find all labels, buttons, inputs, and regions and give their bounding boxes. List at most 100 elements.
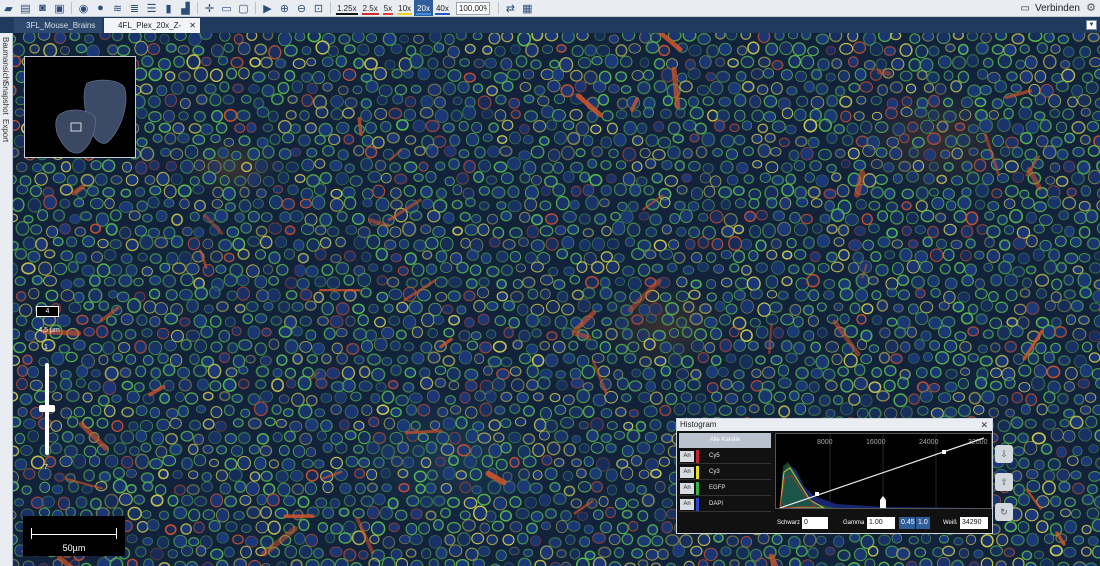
black-label: Schwarz bbox=[777, 520, 801, 526]
layers-2-icon[interactable]: ≣ bbox=[126, 0, 143, 16]
channel-name: Cy3 bbox=[709, 469, 720, 475]
zoom-label: 40x bbox=[435, 3, 449, 13]
zoom-label: 1.25x bbox=[337, 3, 357, 13]
zoom-percent-input[interactable] bbox=[455, 1, 490, 15]
gamma-label: Gamma bbox=[843, 520, 865, 526]
gamma-high-button[interactable]: 1.0 bbox=[916, 517, 930, 529]
tick-label: 8000 bbox=[817, 439, 833, 446]
zoom-out-icon[interactable]: ⊖ bbox=[293, 0, 310, 16]
comment-icon[interactable]: ▭ bbox=[218, 0, 235, 16]
scale-bar-tick bbox=[116, 528, 117, 539]
overview-slide-image bbox=[55, 79, 127, 154]
folder-icon[interactable]: ▰ bbox=[0, 0, 17, 16]
fit-icon[interactable]: ⊡ bbox=[310, 0, 327, 16]
white-label: Weiß bbox=[943, 520, 957, 526]
black-input[interactable]: 0 bbox=[802, 517, 828, 529]
layers-icon[interactable]: ≋ bbox=[109, 0, 126, 16]
app-window: ▰ ▤ ◙ ▣ ◉ ● ≋ ≣ ☰ ▮ ▟ ✛ ▭ ▢ ▶ ⊕ ⊖ ⊡ 1.25… bbox=[0, 0, 1100, 566]
channel-toggle[interactable]: An bbox=[680, 467, 694, 478]
channel-toggle[interactable]: An bbox=[680, 499, 694, 510]
gamma-low-button[interactable]: 0.45 bbox=[899, 517, 915, 529]
zoom-label: 5x bbox=[383, 3, 393, 13]
import-icon[interactable]: ⇩ bbox=[995, 445, 1013, 463]
swap-icon[interactable]: ⇄ bbox=[502, 0, 519, 16]
chart-icon[interactable]: ▟ bbox=[177, 0, 194, 16]
toolbar-divider bbox=[255, 2, 256, 14]
gamma-input[interactable]: 1.00 bbox=[867, 517, 895, 529]
zoom-color-bar bbox=[361, 13, 379, 15]
circle-icon[interactable]: ● bbox=[92, 0, 109, 16]
camera-icon[interactable]: ◙ bbox=[34, 0, 51, 16]
histogram-plot[interactable]: 8000 16000 24000 32000 bbox=[775, 433, 992, 509]
close-icon[interactable]: ✕ bbox=[189, 18, 196, 33]
reset-icon[interactable]: ↻ bbox=[995, 503, 1013, 521]
channel-color-swatch bbox=[696, 466, 699, 479]
zoom-color-bar bbox=[336, 13, 358, 15]
all-channels-button[interactable]: Alle Kanäle bbox=[679, 433, 771, 448]
zoom-2-5x-button[interactable]: 2.5x bbox=[360, 0, 381, 16]
z-min-label: 1 bbox=[44, 344, 48, 351]
scale-bar-label: 50µm bbox=[62, 543, 86, 553]
histogram-plot-svg: 8000 16000 24000 32000 bbox=[779, 434, 991, 509]
zoom-in-icon[interactable]: ⊕ bbox=[276, 0, 293, 16]
histogram-panel: Histogram ✕ Alle Kanäle An Cy5 An Cy3 An… bbox=[676, 418, 993, 534]
rail-tab-snapshot[interactable]: Snapshot bbox=[1, 81, 10, 115]
overview-thumbnail[interactable] bbox=[24, 56, 136, 158]
print-icon[interactable]: ▤ bbox=[17, 0, 34, 16]
tick-label: 24000 bbox=[919, 439, 939, 446]
play-icon[interactable]: ▶ bbox=[259, 0, 276, 16]
close-icon[interactable]: ✕ bbox=[980, 419, 988, 431]
trash-icon[interactable]: ▮ bbox=[160, 0, 177, 16]
z-max-label: 7 bbox=[44, 464, 48, 471]
z-current-field[interactable]: 4 bbox=[36, 306, 59, 317]
settings-gear-icon[interactable]: ⚙ bbox=[1086, 1, 1096, 14]
grid-icon[interactable]: ▦ bbox=[519, 0, 536, 16]
white-input[interactable]: 34290 bbox=[960, 517, 988, 529]
zoom-label: 2.5x bbox=[362, 3, 378, 13]
side-rail: Baumansicht Snapshot Export bbox=[0, 33, 13, 566]
tab-overflow-menu-icon[interactable]: ▼ bbox=[1086, 20, 1097, 30]
channel-color-swatch bbox=[696, 482, 699, 495]
black-point-marker bbox=[880, 496, 886, 508]
channel-toggle[interactable]: An bbox=[680, 451, 694, 462]
sliders-icon[interactable]: ☰ bbox=[143, 0, 160, 16]
channel-name: EGFP bbox=[709, 485, 726, 491]
channel-color-swatch bbox=[696, 498, 699, 511]
connect-label: Verbinden bbox=[1034, 3, 1080, 14]
channel-row-cy3[interactable]: An Cy3 bbox=[679, 465, 771, 480]
zoom-20x-button[interactable]: 20x bbox=[414, 0, 433, 16]
zoom-color-bar bbox=[434, 13, 450, 15]
histogram-fields: Schwarz 0 Gamma 1.00 0.45 1.0 Weiß 34290 bbox=[775, 515, 992, 533]
channel-row-cy5[interactable]: An Cy5 bbox=[679, 449, 771, 464]
connect-button[interactable]: ▭ Verbinden bbox=[1021, 0, 1081, 17]
zoom-label: 20x bbox=[417, 3, 430, 13]
rail-tab-baumansicht[interactable]: Baumansicht bbox=[1, 37, 10, 83]
tab-3fl-mouse-brains[interactable]: 3FL_Mouse_Brains bbox=[14, 18, 102, 33]
tab-label: 3FL_Mouse_Brains bbox=[26, 21, 96, 30]
comment-2-icon[interactable]: ▢ bbox=[235, 0, 252, 16]
toolbar-divider bbox=[71, 2, 72, 14]
channel-toggle[interactable]: An bbox=[680, 483, 694, 494]
eye-icon[interactable]: ◉ bbox=[75, 0, 92, 16]
save-icon[interactable]: ▣ bbox=[51, 0, 68, 16]
zoom-1-25x-button[interactable]: 1.25x bbox=[334, 0, 360, 16]
zoom-40x-button[interactable]: 40x bbox=[433, 0, 452, 16]
channel-row-egfp[interactable]: An EGFP bbox=[679, 481, 771, 496]
scale-bar-line bbox=[31, 534, 117, 535]
toolbar-divider bbox=[197, 2, 198, 14]
zoom-color-bar bbox=[382, 13, 394, 15]
toolbar-divider bbox=[497, 2, 499, 14]
scale-bar: 50µm bbox=[23, 516, 125, 556]
zoom-10x-button[interactable]: 10x bbox=[395, 0, 414, 16]
export-icon[interactable]: ⇧ bbox=[995, 473, 1013, 491]
rail-tab-export[interactable]: Export bbox=[1, 119, 10, 142]
main-toolbar: ▰ ▤ ◙ ▣ ◉ ● ≋ ≣ ☰ ▮ ▟ ✛ ▭ ▢ ▶ ⊕ ⊖ ⊡ 1.25… bbox=[0, 0, 1100, 17]
channel-name: Cy5 bbox=[709, 453, 720, 459]
channel-row-dapi[interactable]: An DAPI bbox=[679, 497, 771, 512]
zoom-color-bar bbox=[397, 13, 413, 15]
tab-4fl-plex-20x-z-stack[interactable]: 4FL_Plex_20x_Z-Stack ✕ bbox=[104, 18, 200, 45]
move-icon[interactable]: ✛ bbox=[201, 0, 218, 16]
zoom-5x-button[interactable]: 5x bbox=[381, 0, 395, 16]
histogram-title: Histogram bbox=[677, 419, 992, 431]
z-slider-handle[interactable] bbox=[39, 405, 55, 412]
